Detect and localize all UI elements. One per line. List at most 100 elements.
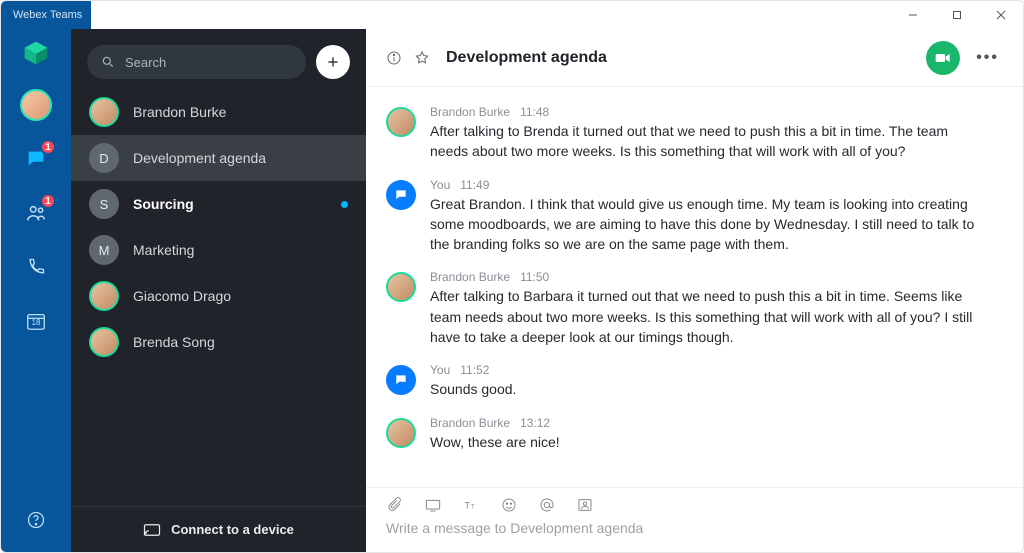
message-text: Wow, these are nice! [430,432,560,452]
message: Brandon Burke 13:12 Wow, these are nice! [386,416,995,452]
rail-help[interactable] [20,504,52,536]
message-input[interactable]: Write a message to Development agenda [366,514,1023,552]
message-meta: Brandon Burke 11:50 [430,270,990,284]
text-format-icon: TT [463,498,479,512]
composer-toolbar: TT [366,488,1023,514]
avatar [386,418,416,448]
window-minimize-button[interactable] [891,1,935,29]
screen-icon [425,498,441,512]
message-text: Great Brandon. I think that would give u… [430,194,990,255]
more-button[interactable]: ••• [972,49,1003,67]
spaces-panel: Search Brandon BurkeDDevelopment agendaS… [71,29,366,552]
message-meta: You 11:52 [430,363,516,377]
rail-my-avatar[interactable] [20,89,52,121]
person-card-button[interactable] [576,496,594,514]
attach-button[interactable] [386,496,404,514]
message: Brandon Burke 11:50 After talking to Barba… [386,270,995,347]
space-item[interactable]: DDevelopment agenda [71,135,366,181]
search-input[interactable]: Search [87,45,306,79]
titlebar: Webex Teams [1,1,1023,29]
app-body: 1 1 18 Search [1,29,1023,552]
conversation-title: Development agenda [446,49,607,67]
emoji-button[interactable] [500,496,518,514]
window-close-button[interactable] [979,1,1023,29]
video-icon [935,52,951,64]
paperclip-icon [387,497,403,513]
rail-calendar[interactable]: 18 [20,305,52,337]
app-window: Webex Teams 1 1 [0,0,1024,553]
app-title: Webex Teams [1,1,91,29]
message-text: Sounds good. [430,379,516,399]
video-call-button[interactable] [926,41,960,75]
space-name: Sourcing [133,196,327,212]
conversation-header: Development agenda ••• [366,29,1023,87]
space-letter-avatar: S [89,189,119,219]
composer-area: TT Write a message to Development agenda [366,487,1023,552]
webex-logo-icon [22,39,50,67]
avatar [20,89,52,121]
person-card-icon [577,497,593,513]
avatar [89,281,119,311]
message-list[interactable]: Brandon Burke11:48After talking to Brend… [366,87,1023,487]
message-author: You [430,363,450,377]
star-icon [414,50,430,66]
space-list: Brandon Burke DDevelopment agenda S Sourcin… [71,89,366,506]
calendar-day: 18 [32,318,41,327]
unread-indicator-icon [341,201,348,208]
connect-device-label: Connect to a device [171,522,294,537]
space-info-button[interactable] [386,50,402,66]
nav-rail: 1 1 18 [1,29,71,552]
info-icon [386,50,402,66]
avatar [89,97,119,127]
self-avatar-icon [386,365,416,395]
message-author: You [430,178,450,192]
space-item[interactable]: S Sourcing [71,181,366,227]
space-item[interactable]: Giacomo Drago [71,273,366,319]
message-time: 11:50 [520,270,549,284]
chat-badge: 1 [40,139,56,155]
self-avatar-icon [386,180,416,210]
rail-teams[interactable]: 1 [20,197,52,229]
rail-chat[interactable]: 1 [20,143,52,175]
favorite-button[interactable] [414,50,430,66]
space-item[interactable]: Brenda Song [71,319,366,365]
space-letter-avatar: M [89,235,119,265]
message-meta: You11:49 [430,178,990,192]
space-name: Giacomo Drago [133,288,348,304]
avatar [89,327,119,357]
svg-text:T: T [471,504,475,510]
message-author: Brandon Burke [430,416,510,430]
space-item[interactable]: Brandon Burke [71,89,366,135]
main-panel: Development agenda ••• Brandon Burke11:4… [366,29,1023,552]
message-text: After talking to Brenda it turned out th… [430,121,990,162]
message-text: After talking to Barbara it turned out t… [430,286,990,347]
space-item[interactable]: M Marketing [71,227,366,273]
avatar [386,107,416,137]
cast-icon [143,523,161,537]
space-name: Marketing [133,242,348,258]
message-meta: Brandon Burke 13:12 [430,416,560,430]
message: You11:49 Great Brandon. I think that woul… [386,178,995,255]
window-maximize-button[interactable] [935,1,979,29]
avatar [386,272,416,302]
spaces-top: Search [71,29,366,89]
space-letter-avatar: D [89,143,119,173]
message: You 11:52 Sounds good. [386,363,995,399]
screen-capture-button[interactable] [424,496,442,514]
rail-calls[interactable] [20,251,52,283]
help-icon [26,510,46,530]
search-icon [101,55,115,69]
mention-button[interactable] [538,496,556,514]
space-name: Brandon Burke [133,104,348,120]
message-time: 13:12 [520,416,550,430]
composer-placeholder: Write a message to Development agenda [386,520,643,536]
message-author: Brandon Burke [430,270,510,284]
format-button[interactable]: TT [462,496,480,514]
connect-device-button[interactable]: Connect to a device [71,506,366,552]
svg-text:T: T [464,500,470,510]
phone-icon [26,257,46,277]
message-time: 11:52 [460,363,489,377]
message: Brandon Burke11:48After talking to Brend… [386,105,995,162]
at-icon [539,497,555,513]
add-button[interactable] [316,45,350,79]
